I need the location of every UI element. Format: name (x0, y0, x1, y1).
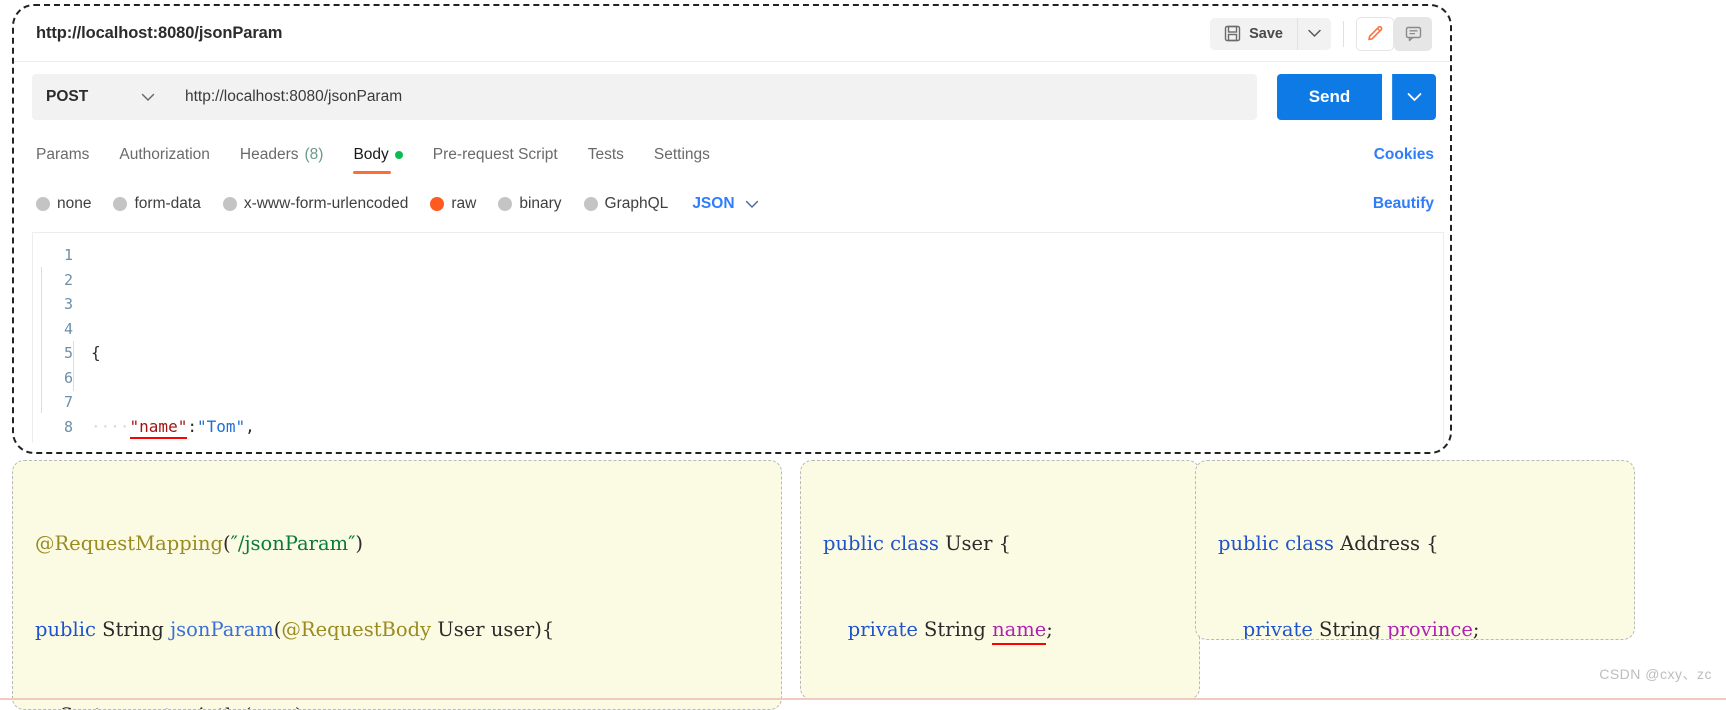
body-type-form-data[interactable]: form-data (113, 195, 201, 213)
body-type-label: binary (519, 195, 562, 212)
tab-authorization[interactable]: Authorization (119, 136, 209, 174)
line-number: 4 (63, 319, 73, 338)
radio-icon (113, 197, 128, 211)
request-url-input[interactable] (169, 74, 1257, 120)
request-tabs: Params Authorization Headers (8) Body Pr… (14, 130, 1450, 176)
tab-label: Tests (587, 146, 624, 163)
body-type-none[interactable]: none (36, 195, 91, 213)
line-number: 1 (63, 246, 73, 264)
tab-body[interactable]: Body (353, 136, 403, 174)
body-type-graphql[interactable]: GraphQL (583, 195, 669, 213)
radio-icon (36, 197, 50, 211)
raw-format-label: JSON (692, 195, 735, 212)
request-url-row: POST Send (14, 62, 1450, 130)
http-method-label: POST (46, 88, 89, 105)
tab-pre-request-script[interactable]: Pre-request Script (433, 136, 558, 174)
line-number: 3 (63, 295, 73, 313)
user-line-1: public class User { (823, 532, 1012, 555)
tab-tests[interactable]: Tests (588, 136, 624, 174)
chevron-down-icon (1308, 29, 1321, 38)
body-type-label: GraphQL (604, 195, 669, 212)
controller-code-note: @RequestMapping(″/jsonParam″) public Str… (12, 460, 782, 710)
postman-request-panel: http://localhost:8080/jsonParam Save POS… (12, 4, 1452, 454)
request-title-bar: http://localhost:8080/jsonParam Save (14, 6, 1450, 62)
tab-headers-count: (8) (304, 146, 324, 163)
save-button[interactable]: Save (1210, 17, 1297, 50)
tab-label: Headers (239, 146, 299, 163)
tab-label: Authorization (119, 146, 210, 163)
body-type-label: x-www-form-urlencoded (243, 195, 409, 212)
body-type-binary[interactable]: binary (498, 195, 562, 213)
line-number: 8 (63, 417, 73, 436)
body-type-label: form-data (134, 195, 201, 212)
send-button[interactable]: Send (1277, 74, 1382, 120)
save-options-button[interactable] (1297, 17, 1331, 50)
user-class-code-note: public class User { private String name;… (800, 460, 1200, 700)
radio-selected-icon (430, 197, 445, 211)
http-method-select[interactable]: POST (32, 74, 169, 120)
chevron-down-icon (745, 200, 759, 209)
chevron-down-icon (141, 93, 155, 102)
csdn-watermark: CSDN @cxy、zc (1599, 666, 1712, 682)
controller-line-1: @RequestMapping(″/jsonParam″) (35, 532, 364, 555)
address-class-code-note: public class Address { private String pr… (1195, 460, 1635, 640)
radio-icon (498, 197, 513, 211)
body-type-label: raw (451, 195, 477, 212)
body-type-row: none form-data x-www-form-urlencoded raw… (14, 176, 1450, 224)
controller-line-2: public String jsonParam(@RequestBody Use… (35, 618, 555, 641)
user-line-2: private String name; (823, 608, 1177, 651)
save-button-group: Save (1210, 17, 1331, 50)
request-title: http://localhost:8080/jsonParam (36, 24, 283, 42)
tab-params[interactable]: Params (36, 136, 89, 174)
beautify-link[interactable]: Beautify (1373, 195, 1434, 213)
code-line-1: { (91, 343, 101, 362)
line-number: 5 (63, 344, 73, 362)
body-active-indicator-icon (394, 151, 403, 159)
address-line-2: private String province; (1242, 618, 1480, 640)
save-button-label: Save (1249, 25, 1283, 42)
send-options-button[interactable] (1392, 74, 1436, 120)
tab-settings[interactable]: Settings (654, 136, 710, 174)
controller-line-3: System.out.println(user); (35, 694, 759, 709)
edit-button[interactable] (1356, 16, 1394, 51)
tab-headers[interactable]: Headers (8) (240, 136, 324, 174)
body-type-urlencoded[interactable]: x-www-form-urlencoded (222, 195, 409, 213)
body-type-raw[interactable]: raw (430, 195, 476, 213)
save-icon (1224, 25, 1241, 42)
cookies-link[interactable]: Cookies (1374, 146, 1434, 164)
line-number: 6 (63, 368, 73, 387)
body-type-label: none (57, 195, 92, 212)
request-body-editor[interactable]: 1 2 3 4 5 6 7 8 { ····"name":"Tom", ····… (32, 232, 1444, 443)
radio-icon (222, 197, 237, 211)
address-line-1: public class Address { (1218, 532, 1439, 555)
tab-label: Body (353, 146, 389, 163)
pencil-icon (1366, 24, 1385, 43)
comment-button[interactable] (1394, 16, 1432, 51)
line-number: 7 (63, 393, 73, 411)
raw-format-select[interactable]: JSON (692, 195, 758, 213)
tab-label: Settings (653, 146, 710, 163)
radio-icon (583, 197, 598, 211)
code-line-2: ····"name":"Tom", (91, 415, 1443, 440)
comment-icon (1404, 24, 1423, 43)
tab-label: Pre-request Script (432, 146, 558, 163)
toolbar-divider (1343, 20, 1344, 47)
chevron-down-icon (1407, 92, 1422, 102)
json-body-code[interactable]: { ····"name":"Tom", ····"age":10, ····"a… (41, 233, 1443, 443)
tab-label: Params (36, 146, 90, 163)
line-number: 2 (63, 270, 73, 289)
